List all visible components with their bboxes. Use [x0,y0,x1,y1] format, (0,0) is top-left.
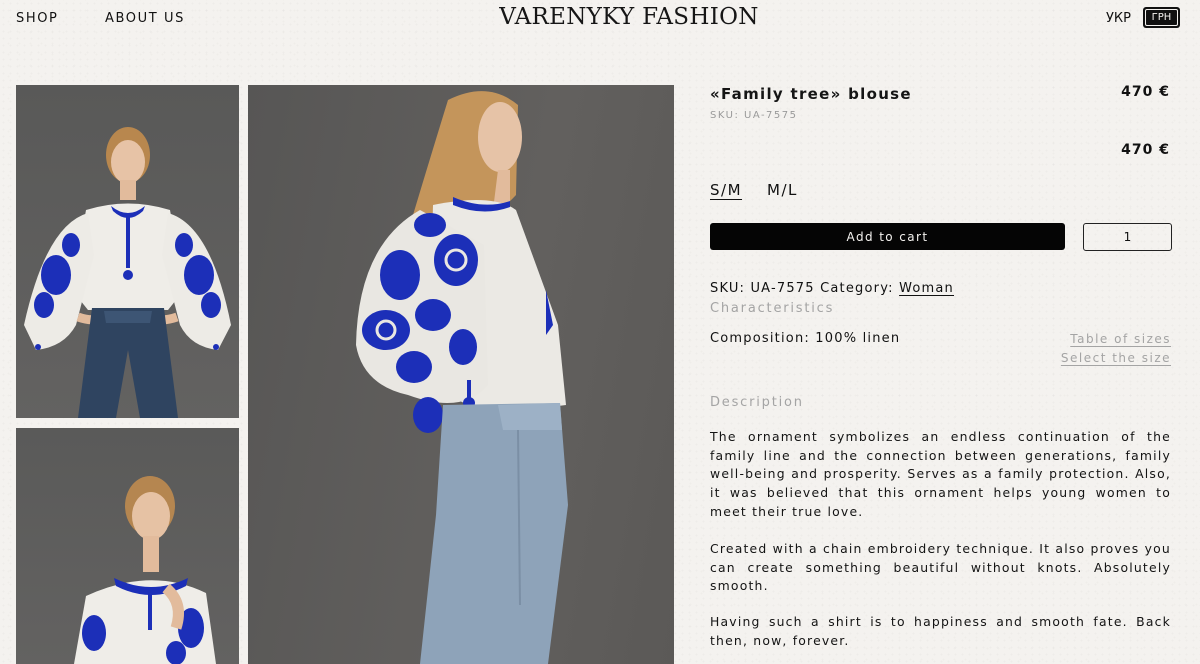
product-thumbnail-closeup[interactable] [16,428,239,664]
characteristics-heading: Characteristics [710,301,835,316]
product-thumbnail-front[interactable] [16,85,239,418]
select-size-link[interactable]: Select the size [971,351,1171,365]
table-of-sizes-link[interactable]: Table of sizes [971,332,1171,346]
composition-text: Composition: 100% linen [710,331,901,346]
language-switch[interactable]: УКР [1106,11,1131,26]
product-sku: SKU: UA-7575 [710,110,798,121]
meta-sku: SKU: UA-7575 [710,281,815,296]
description-heading: Description [710,395,804,410]
quantity-input[interactable] [1083,223,1172,251]
brand-logo[interactable]: VARENYKY FASHION [0,4,1200,30]
product-title: «Family tree» blouse [710,85,912,103]
currency-switch[interactable]: ГРН [1143,7,1180,28]
category-link[interactable]: Woman [899,281,954,296]
model-closeup-illustration [74,476,216,664]
product-main-image[interactable] [248,85,674,664]
model-side-illustration [356,91,568,664]
product-meta: SKU: UA-7575 Category: Woman [710,281,954,296]
add-to-cart-button[interactable]: Add to cart [710,223,1065,250]
description-paragraph: The ornament symbolizes an endless conti… [710,429,1171,519]
selected-variant-price: 470 € [1121,142,1170,158]
meta-category-label: Category: [820,281,894,296]
product-price: 470 € [1121,84,1170,100]
model-front-illustration [24,127,231,418]
description-paragraph: Created with a chain embroidery techniqu… [710,541,1171,594]
description-paragraph: Having such a shirt is to happiness and … [710,614,1171,648]
size-option-ml[interactable]: M/L [767,181,798,199]
currency-label: ГРН [1145,9,1178,26]
size-option-sm[interactable]: S/M [710,181,742,199]
